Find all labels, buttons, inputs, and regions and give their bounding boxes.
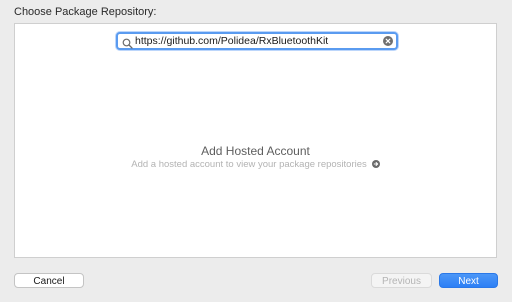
empty-state-subtitle: Add a hosted account to view your packag…	[131, 159, 367, 170]
next-button[interactable]: Next	[439, 273, 498, 288]
add-hosted-account-link[interactable]: Add a hosted account to view your packag…	[15, 159, 496, 170]
repository-search-field[interactable]	[116, 32, 398, 50]
dialog-title: Choose Package Repository:	[14, 6, 157, 18]
search-icon	[122, 36, 133, 49]
previous-button[interactable]: Previous	[371, 273, 432, 288]
repository-url-input[interactable]	[135, 34, 382, 48]
empty-state-title: Add Hosted Account	[201, 144, 310, 158]
arrow-right-circle-icon[interactable]	[371, 160, 380, 168]
clear-icon[interactable]	[383, 36, 393, 46]
cancel-button[interactable]: Cancel	[14, 273, 84, 288]
repository-list-panel: Add Hosted Account Add a hosted account …	[14, 23, 497, 258]
